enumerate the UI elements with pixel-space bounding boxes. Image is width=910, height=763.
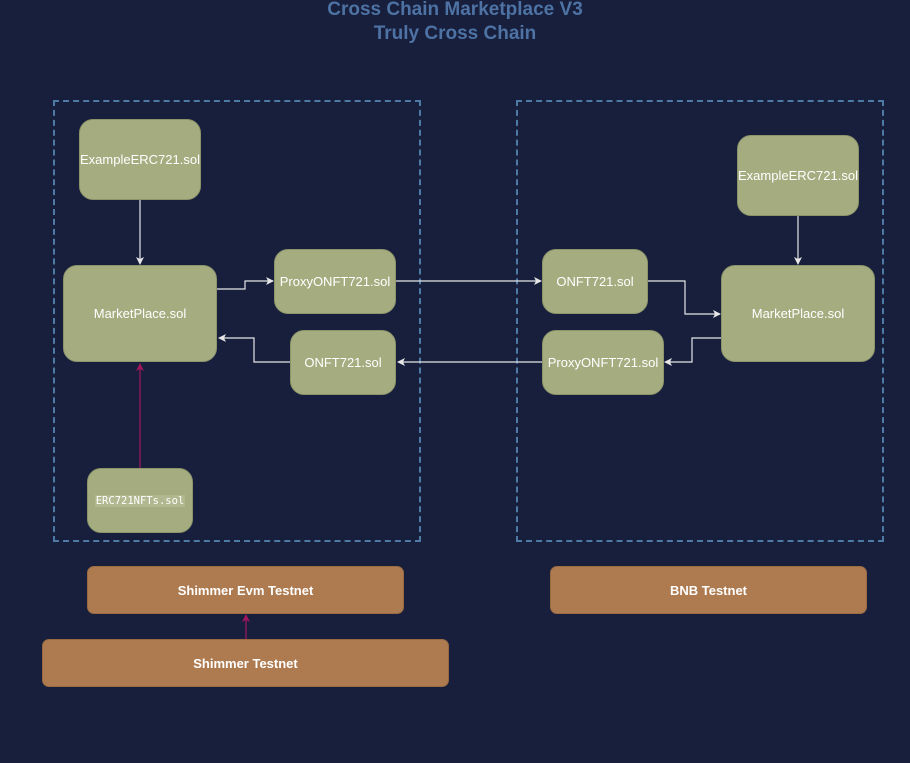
left-onft721-node[interactable]: ONFT721.sol — [290, 330, 396, 395]
diagram-title: Cross Chain Marketplace V3 — [327, 0, 583, 20]
node-label: ONFT721.sol — [304, 355, 382, 370]
right-onft721-node[interactable]: ONFT721.sol — [542, 249, 648, 314]
node-label: Shimmer Testnet — [193, 655, 298, 671]
node-label: ERC721NFTs.sol — [94, 494, 186, 507]
diagram-subtitle: Truly Cross Chain — [373, 23, 537, 44]
node-label: Shimmer Evm Testnet — [177, 582, 314, 598]
node-label: MarketPlace.sol — [93, 306, 187, 321]
left-marketplace-node[interactable]: MarketPlace.sol — [63, 265, 217, 362]
node-label: ExampleERC721.sol — [80, 152, 200, 167]
bnb-testnet-node[interactable]: BNB Testnet — [550, 566, 867, 614]
node-label: ExampleERC721.sol — [738, 168, 858, 183]
node-label: ProxyONFT721.sol — [279, 274, 391, 289]
right-proxy-onft721-node[interactable]: ProxyONFT721.sol — [542, 330, 664, 395]
node-label: ONFT721.sol — [556, 274, 634, 289]
left-example-erc721-node[interactable]: ExampleERC721.sol — [79, 119, 201, 200]
left-proxy-onft721-node[interactable]: ProxyONFT721.sol — [274, 249, 396, 314]
right-marketplace-node[interactable]: MarketPlace.sol — [721, 265, 875, 362]
right-example-erc721-node[interactable]: ExampleERC721.sol — [737, 135, 859, 216]
node-label: MarketPlace.sol — [751, 306, 845, 321]
node-label: BNB Testnet — [669, 582, 748, 598]
shimmer-evm-testnet-node[interactable]: Shimmer Evm Testnet — [87, 566, 404, 614]
left-erc721nfts-node[interactable]: ERC721NFTs.sol — [87, 468, 193, 533]
node-label: ProxyONFT721.sol — [547, 355, 659, 370]
shimmer-testnet-node[interactable]: Shimmer Testnet — [42, 639, 449, 687]
